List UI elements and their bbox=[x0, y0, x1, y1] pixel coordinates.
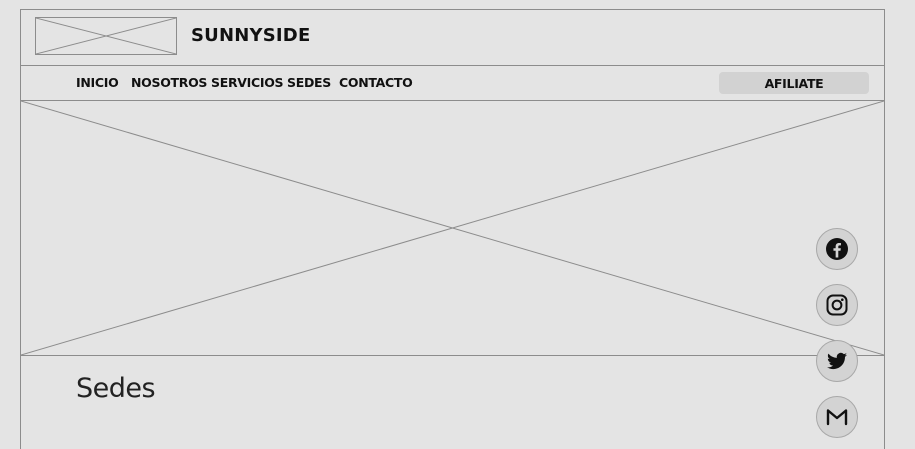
facebook-button[interactable] bbox=[816, 228, 858, 270]
header-divider bbox=[21, 65, 884, 66]
main-nav: INICIO NOSOTROS SERVICIOS SEDES CONTACTO bbox=[76, 75, 413, 90]
gmail-button[interactable] bbox=[816, 396, 858, 438]
nav-item-contacto[interactable]: CONTACTO bbox=[339, 75, 413, 90]
nav-item-sedes[interactable]: SEDES bbox=[287, 75, 339, 90]
nav-item-nosotros[interactable]: NOSOTROS bbox=[131, 75, 211, 90]
twitter-button[interactable] bbox=[816, 340, 858, 382]
nav-item-servicios[interactable]: SERVICIOS bbox=[211, 75, 287, 90]
facebook-icon bbox=[826, 238, 848, 260]
instagram-icon bbox=[826, 294, 848, 316]
instagram-button[interactable] bbox=[816, 284, 858, 326]
twitter-icon bbox=[827, 352, 847, 370]
nav-item-inicio[interactable]: INICIO bbox=[76, 75, 131, 90]
brand-name: SUNNYSIDE bbox=[191, 25, 311, 46]
afiliate-button[interactable]: AFILIATE bbox=[719, 72, 869, 94]
hero-divider bbox=[21, 355, 884, 356]
section-title: Sedes bbox=[76, 373, 156, 404]
logo-placeholder bbox=[35, 17, 177, 55]
logo-image-placeholder-icon bbox=[36, 18, 176, 54]
hero-image-placeholder bbox=[21, 101, 884, 355]
hero-image-placeholder-icon bbox=[21, 101, 884, 355]
gmail-icon bbox=[826, 409, 848, 426]
page-frame: SUNNYSIDE INICIO NOSOTROS SERVICIOS SEDE… bbox=[20, 9, 885, 449]
